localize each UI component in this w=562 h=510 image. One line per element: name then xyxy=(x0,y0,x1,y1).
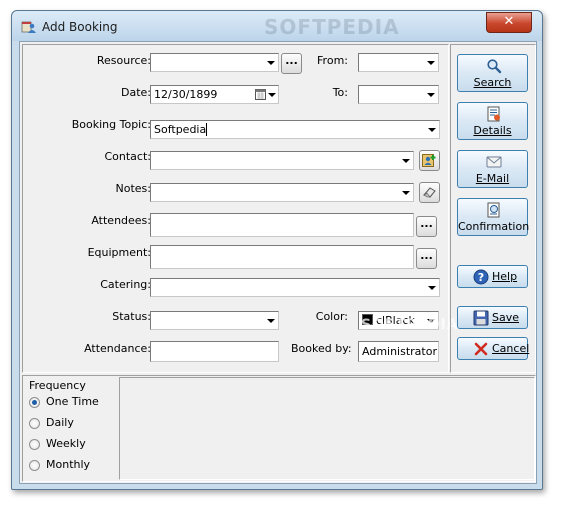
calendar-icon xyxy=(255,89,266,100)
details-button-label: Details xyxy=(473,124,512,137)
chevron-down-icon xyxy=(268,93,276,97)
details-icon xyxy=(487,106,500,122)
close-icon: ✕ xyxy=(503,14,515,29)
radio-icon xyxy=(29,439,40,450)
search-button[interactable]: Search xyxy=(457,54,528,92)
frequency-title: Frequency xyxy=(29,379,86,392)
add-contact-icon xyxy=(422,154,436,167)
cancel-x-icon xyxy=(474,342,488,356)
resource-select[interactable] xyxy=(150,53,279,72)
eraser-icon xyxy=(423,187,436,198)
frequency-option-label: Weekly xyxy=(46,437,86,450)
notes-select[interactable] xyxy=(150,183,414,202)
softpedia-watermark: SOFTPEDIA xyxy=(264,15,400,39)
booking-topic-label: Booking Topic: xyxy=(71,118,151,131)
from-time-select[interactable] xyxy=(358,53,439,72)
notes-label: Notes: xyxy=(115,182,151,195)
resource-browse-button[interactable]: ... xyxy=(281,53,302,74)
frequency-option-label: Monthly xyxy=(46,458,91,471)
date-label: Date: xyxy=(121,86,151,99)
cancel-button-label: Cancel xyxy=(492,342,530,355)
cancel-button[interactable]: Cancel xyxy=(457,337,530,360)
frequency-option-label: One Time xyxy=(46,395,99,408)
chevron-down-icon xyxy=(267,61,275,65)
frequency-option-label: Daily xyxy=(46,416,74,429)
svg-text:?: ? xyxy=(478,271,484,284)
attendees-browse-button[interactable]: ... xyxy=(416,216,437,237)
chevron-down-icon xyxy=(427,93,435,97)
booked-by-label: Booked by: xyxy=(291,342,352,355)
equipment-field[interactable] xyxy=(150,245,414,269)
add-contact-button[interactable] xyxy=(419,150,440,171)
floppy-disk-icon xyxy=(473,310,489,326)
save-button[interactable]: Save xyxy=(457,306,528,329)
chevron-down-icon xyxy=(267,319,275,323)
catering-label: Catering: xyxy=(100,278,151,291)
save-button-label: Save xyxy=(492,311,520,324)
booking-topic-select[interactable]: Softpedia xyxy=(150,120,440,139)
frequency-options-area xyxy=(119,377,535,480)
booking-app-icon xyxy=(21,21,36,33)
confirmation-button-label: Confirmation xyxy=(458,220,530,233)
dialog-client: Resource: ... From: Date: 12/30/1899 To:… xyxy=(19,41,537,484)
contact-label: Contact: xyxy=(104,150,151,163)
attendees-label: Attendees: xyxy=(91,214,151,227)
contact-select[interactable] xyxy=(150,151,414,170)
color-label: Color: xyxy=(315,310,348,323)
radio-selected-icon xyxy=(29,397,40,408)
booked-by-field[interactable]: Administrator xyxy=(358,341,439,362)
equipment-label: Equipment: xyxy=(87,246,151,259)
booked-by-value: Administrator xyxy=(362,345,437,358)
action-button-panel: Search Details E-Mail Confirmation ? Hel… xyxy=(450,44,536,373)
resource-label: Resource: xyxy=(96,54,151,67)
from-label: From: xyxy=(317,54,348,67)
help-icon: ? xyxy=(473,269,489,285)
chevron-down-icon xyxy=(402,159,410,163)
clear-notes-button[interactable] xyxy=(419,182,440,203)
softpedia-watermark-overlay: SOFTPEDIA xyxy=(361,317,459,333)
help-button[interactable]: ? Help xyxy=(457,265,528,288)
details-button[interactable]: Details xyxy=(457,102,528,140)
to-label: To: xyxy=(332,86,348,99)
booking-form-panel: Resource: ... From: Date: 12/30/1899 To:… xyxy=(22,44,458,373)
title-bar: Add Booking SOFTPEDIA ✕ xyxy=(12,11,542,41)
booking-topic-value: Softpedia xyxy=(154,123,207,136)
window-title: Add Booking xyxy=(42,20,118,34)
chevron-down-icon xyxy=(402,191,410,195)
chevron-down-icon xyxy=(427,61,435,65)
search-icon xyxy=(487,59,502,74)
chevron-down-icon xyxy=(428,128,436,132)
envelope-icon xyxy=(486,156,502,168)
chevron-down-icon xyxy=(428,286,436,290)
search-button-label: Search xyxy=(473,76,512,89)
email-button[interactable]: E-Mail xyxy=(457,150,528,188)
text-cursor xyxy=(206,123,208,136)
email-button-label: E-Mail xyxy=(475,172,510,185)
close-button[interactable]: ✕ xyxy=(486,12,532,33)
status-label: Status: xyxy=(112,310,151,323)
catering-select[interactable] xyxy=(150,278,440,297)
confirmation-icon xyxy=(487,202,500,218)
to-time-select[interactable] xyxy=(358,85,439,104)
help-button-label: Help xyxy=(492,270,518,283)
status-select[interactable] xyxy=(150,311,279,330)
add-booking-window: Add Booking SOFTPEDIA ✕ Resource: ... Fr… xyxy=(11,10,543,490)
date-picker[interactable]: 12/30/1899 xyxy=(150,85,279,104)
attendance-field[interactable] xyxy=(150,341,279,362)
attendees-field[interactable] xyxy=(150,213,414,237)
equipment-browse-button[interactable]: ... xyxy=(416,248,437,269)
frequency-panel: Frequency One Time Daily Weekly Monthly xyxy=(22,375,536,482)
date-value: 12/30/1899 xyxy=(154,88,218,101)
radio-icon xyxy=(29,418,40,429)
confirmation-button[interactable]: Confirmation xyxy=(457,198,530,236)
radio-icon xyxy=(29,460,40,471)
attendance-label: Attendance: xyxy=(84,342,151,355)
